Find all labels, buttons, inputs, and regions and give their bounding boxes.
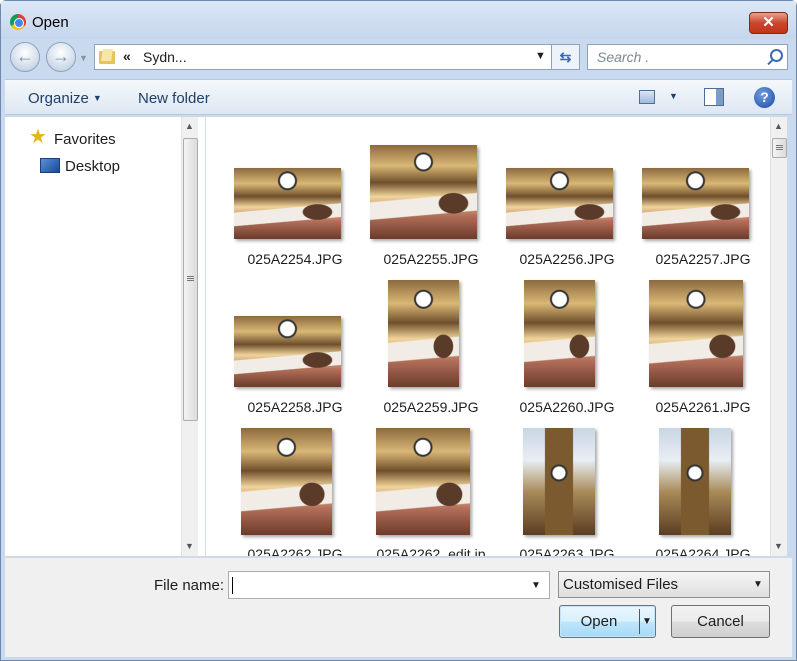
file-item[interactable]: 025A2260.JPG — [502, 280, 632, 431]
file-thumbnail — [649, 280, 743, 387]
file-item[interactable]: 025A2259.JPG — [366, 280, 496, 431]
favorites-star-icon: ★ — [29, 126, 47, 148]
file-name: 025A2257.JPG — [655, 251, 751, 267]
file-name: 025A2254.JPG — [247, 251, 343, 267]
file-item[interactable]: 025A2257.JPG — [638, 143, 768, 283]
nav-pane-scrollbar[interactable]: ▲ ▼ — [181, 117, 198, 556]
nav-scroll-thumb[interactable] — [183, 138, 198, 421]
file-item[interactable]: 025A2255.JPG — [366, 143, 496, 283]
file-type-dropdown-icon: ▼ — [753, 579, 763, 590]
address-path[interactable]: Sydn... — [143, 49, 187, 65]
file-item[interactable]: 025A2261.JPG — [638, 280, 768, 431]
refresh-button[interactable]: ⇆ — [552, 44, 580, 70]
file-list-scroll-thumb[interactable] — [772, 138, 787, 158]
scroll-down-arrow[interactable]: ▼ — [185, 541, 194, 551]
chrome-icon — [10, 14, 26, 30]
scroll-up-arrow[interactable]: ▲ — [774, 121, 783, 131]
views-dropdown-button[interactable]: ▼ — [669, 91, 678, 101]
file-thumbnail — [642, 168, 749, 239]
title-bar: Open ✕ — [1, 1, 796, 39]
new-folder-button[interactable]: New folder — [138, 90, 210, 107]
overflow-chevron-icon[interactable]: « — [123, 48, 131, 64]
file-name: 025A2256.JPG — [519, 251, 615, 267]
file-name: 025A2262_edit.jp — [376, 546, 486, 556]
file-name-dropdown-button[interactable]: ▼ — [531, 580, 541, 591]
desktop-icon — [40, 158, 60, 173]
file-item[interactable]: 025A2263.JPG — [502, 428, 632, 556]
recent-locations-dropdown[interactable]: ▼ — [79, 53, 88, 63]
open-label: Open — [580, 613, 618, 630]
file-name: 025A2259.JPG — [383, 399, 479, 415]
file-item[interactable]: 025A2258.JPG — [230, 291, 360, 431]
file-item[interactable]: 025A2256.JPG — [502, 143, 632, 283]
file-item[interactable]: 025A2264.JPG — [638, 428, 768, 556]
file-item[interactable]: 025A2254.JPG — [230, 143, 360, 283]
cancel-button[interactable]: Cancel — [671, 605, 770, 638]
file-name: 025A2263.JPG — [519, 546, 615, 556]
file-type-select[interactable]: Customised Files ▼ — [558, 571, 770, 598]
address-bar[interactable]: « Sydn... ▼ — [94, 44, 552, 70]
file-name: 025A2261.JPG — [655, 399, 751, 415]
file-name: 025A2264.JPG — [655, 546, 751, 556]
file-thumbnail — [524, 280, 595, 387]
file-name: 025A2255.JPG — [383, 251, 479, 267]
text-caret — [232, 577, 233, 594]
file-thumbnail — [388, 280, 459, 387]
scroll-up-arrow[interactable]: ▲ — [185, 121, 194, 131]
file-type-value: Customised Files — [563, 576, 679, 593]
file-thumbnail — [659, 428, 731, 535]
file-name: 025A2262.JPG — [247, 546, 343, 556]
file-list: 025A2254.JPG 025A2255.JPG 025A2256.JPG 0… — [206, 117, 770, 556]
search-input[interactable]: Search . — [587, 44, 788, 70]
back-arrow-icon: ← — [16, 46, 34, 66]
scroll-down-arrow[interactable]: ▼ — [774, 541, 783, 551]
window-title: Open — [32, 14, 69, 31]
organize-label: Organize — [28, 90, 89, 107]
file-item[interactable]: 025A2262.JPG — [230, 428, 360, 556]
file-name-label: File name: — [154, 577, 225, 594]
file-name: 025A2260.JPG — [519, 399, 615, 415]
address-dropdown-button[interactable]: ▼ — [535, 50, 546, 62]
help-icon[interactable]: ? — [754, 87, 775, 108]
file-thumbnail — [234, 168, 341, 239]
open-button[interactable]: Open ▼ — [559, 605, 656, 638]
forward-button[interactable]: → — [46, 42, 76, 72]
navigation-pane: ★ Favorites Desktop ▲ ▼ — [5, 117, 205, 556]
search-icon[interactable] — [766, 49, 783, 65]
close-button[interactable]: ✕ — [749, 12, 788, 34]
organize-button[interactable]: Organize ▼ — [28, 90, 102, 107]
file-thumbnail — [376, 428, 470, 535]
file-item[interactable]: 025A2262_edit.jp — [366, 428, 496, 556]
file-thumbnail — [506, 168, 613, 239]
open-file-dialog: Open ✕ ← → ▼ « Sydn... ▼ ⇆ Search . Orga… — [0, 0, 797, 661]
back-button[interactable]: ← — [10, 42, 40, 72]
forward-arrow-icon: → — [52, 46, 70, 66]
open-dropdown-button[interactable]: ▼ — [642, 606, 652, 637]
change-view-icon[interactable] — [639, 90, 655, 104]
file-thumbnail — [523, 428, 595, 535]
organize-caret-icon: ▼ — [92, 93, 102, 103]
file-thumbnail — [370, 145, 477, 239]
file-thumbnail — [234, 316, 341, 387]
open-split-divider — [639, 609, 640, 634]
preview-pane-icon[interactable] — [704, 88, 724, 106]
sidebar-item-favorites[interactable]: Favorites — [54, 131, 116, 148]
command-toolbar: Organize ▼ New folder ▼ ? — [5, 79, 792, 115]
refresh-icon: ⇆ — [559, 49, 572, 65]
file-thumbnail — [241, 428, 332, 535]
file-name: 025A2258.JPG — [247, 399, 343, 415]
file-list-scrollbar[interactable]: ▲ ▼ — [770, 117, 787, 556]
dialog-footer: File name: ▼ Customised Files ▼ Open ▼ C… — [5, 557, 792, 657]
search-placeholder: Search . — [597, 49, 650, 65]
folder-icon — [99, 49, 115, 64]
file-name-input[interactable]: ▼ — [228, 571, 550, 599]
sidebar-item-desktop[interactable]: Desktop — [65, 158, 120, 175]
